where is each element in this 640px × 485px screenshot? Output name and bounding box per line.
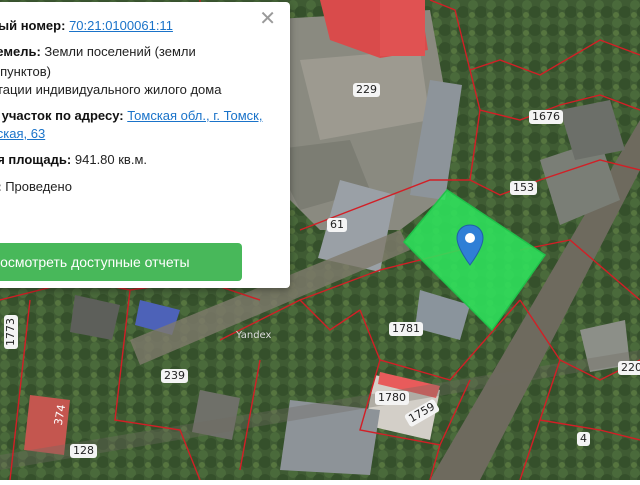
land-category-row: земель: Земли поселений (земли [0, 44, 196, 59]
area-label: ая площадь: [0, 152, 72, 167]
plot-label: 1773 [4, 315, 18, 349]
area-row: ая площадь: 941.80 кв.м. [0, 152, 147, 167]
plot-label: 61 [327, 218, 347, 232]
plot-label: 220 [618, 361, 640, 375]
survey-label: е: [0, 179, 2, 194]
map-pin-icon[interactable] [455, 224, 485, 266]
plot-label: 4 [577, 432, 590, 446]
parcel-info-popup: ✕ вый номер: 70:21:0100061:11 земель: Зе… [0, 2, 290, 288]
plot-label: 153 [510, 181, 537, 195]
cadastral-number-link[interactable]: 70:21:0100061:11 [69, 18, 173, 33]
cadastral-number-row: вый номер: 70:21:0100061:11 [0, 18, 173, 33]
land-category-continued: х пунктов) [0, 64, 51, 79]
address-link-continued[interactable]: ьская, 63 [0, 126, 45, 141]
plot-label: 1676 [529, 110, 563, 124]
plot-label: 239 [161, 369, 188, 383]
survey-value: Проведено [5, 179, 72, 194]
view-reports-button-label: Посмотреть доступные отчеты [0, 254, 190, 270]
address-label: й участок по адресу: [0, 108, 124, 123]
address-link[interactable]: Томская обл., г. Томск, [127, 108, 262, 123]
plot-label: 128 [70, 444, 97, 458]
land-category-label: земель: [0, 44, 41, 59]
plot-label: 1781 [389, 322, 423, 336]
land-category-value: Земли поселений (земли [44, 44, 196, 59]
survey-row: е: Проведено [0, 179, 72, 194]
plot-label: 229 [353, 83, 380, 97]
close-icon[interactable]: ✕ [259, 9, 276, 29]
cadastral-number-label: вый номер: [0, 18, 66, 33]
plot-label: 1780 [375, 391, 409, 405]
view-reports-button[interactable]: Посмотреть доступные отчеты [0, 243, 242, 281]
permitted-use-row: атации индивидуального жилого дома [0, 82, 222, 97]
area-value: 941.80 кв.м. [74, 152, 148, 167]
address-row: й участок по адресу: Томская обл., г. То… [0, 108, 262, 123]
map-watermark: Yandex [236, 330, 272, 341]
